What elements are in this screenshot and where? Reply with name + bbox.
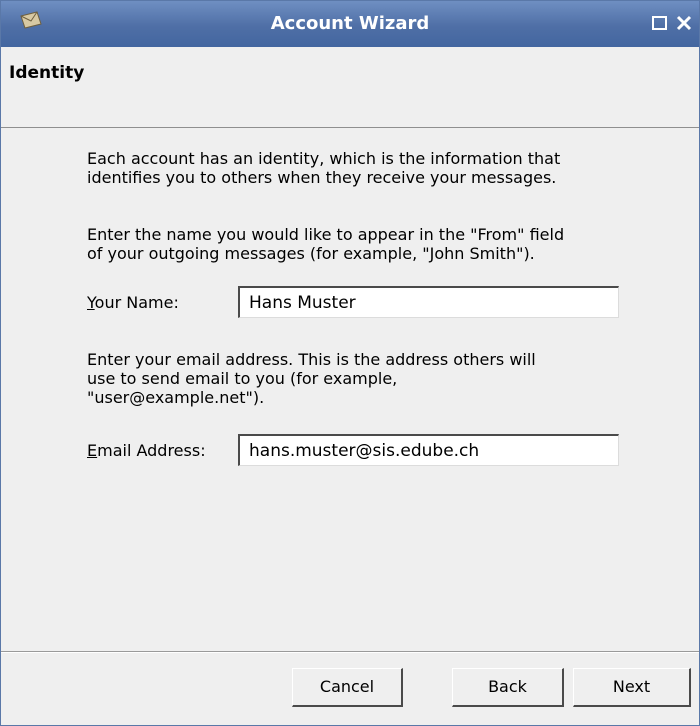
intro-line: identifies you to others when they recei… (87, 168, 557, 187)
wizard-header: Identity (1, 47, 699, 128)
your-name-input[interactable] (238, 286, 619, 318)
name-instruction-line: Enter the name you would like to appear … (87, 225, 565, 244)
page-title: Identity (9, 63, 85, 83)
maximize-icon[interactable] (649, 12, 671, 34)
account-wizard-window: Account Wizard Identity Each account has… (0, 0, 700, 726)
window-title: Account Wizard (270, 13, 430, 34)
next-button[interactable]: Next (573, 668, 691, 707)
email-address-mnemonic: E (87, 441, 98, 460)
email-address-label-text: mail Address: (97, 441, 206, 460)
footer-divider-highlight (1, 652, 699, 653)
your-name-label: Your Name: (87, 293, 179, 312)
wizard-content: Each account has an identity, which is t… (1, 128, 699, 651)
your-name-mnemonic: Y (87, 293, 95, 312)
cancel-button[interactable]: Cancel (292, 668, 403, 707)
name-instructions: Enter the name you would like to appear … (87, 225, 647, 263)
email-instruction-line: Enter your email address. This is the ad… (87, 350, 536, 369)
back-button[interactable]: Back (452, 668, 564, 707)
name-instruction-line: of your outgoing messages (for example, … (87, 244, 535, 263)
title-bar[interactable]: Account Wizard (1, 1, 699, 47)
intro-text: Each account has an identity, which is t… (87, 149, 647, 187)
intro-line: Each account has an identity, which is t… (87, 149, 561, 168)
email-address-input[interactable] (238, 434, 619, 466)
your-name-label-text: our Name: (94, 293, 179, 312)
email-address-label: Email Address: (87, 441, 206, 460)
email-instruction-line: "user@example.net"). (87, 388, 265, 407)
email-instructions: Enter your email address. This is the ad… (87, 350, 647, 407)
close-icon[interactable] (673, 12, 695, 34)
email-instruction-line: use to send email to you (for example, (87, 369, 398, 388)
